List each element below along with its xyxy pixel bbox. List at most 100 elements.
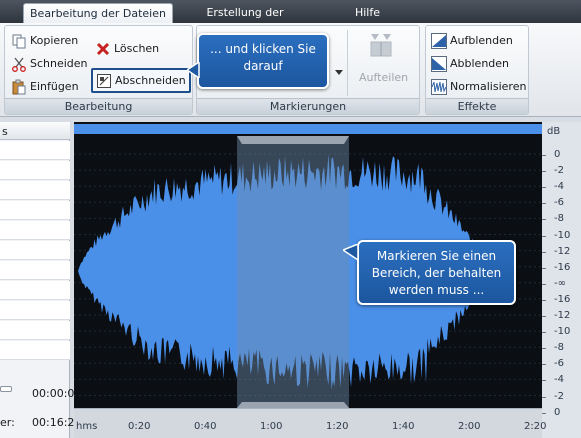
tab-bar: Bearbeitung der Dateien Erstellung der H…	[0, 0, 581, 38]
db-tick-mark	[542, 364, 546, 366]
timeline-tick-label: 1:00	[260, 421, 283, 432]
aufteilen-button[interactable]: Aufteilen	[359, 68, 408, 88]
db-tick-mark	[542, 203, 546, 205]
db-tick-text: -8	[554, 342, 564, 354]
tooltip-mark-text: Markieren Sie einen Bereich, der behalte…	[371, 249, 502, 297]
abblenden-button[interactable]: Abblenden	[431, 54, 509, 74]
db-tick-mark	[542, 155, 546, 156]
abschneiden-button[interactable]: Abschneiden	[91, 68, 191, 93]
panel-header: s	[0, 122, 70, 140]
aufblenden-label: Aufblenden	[450, 34, 513, 47]
db-tick-mark	[542, 348, 546, 350]
split-icon	[369, 32, 393, 60]
list-row	[0, 301, 70, 320]
selection-region	[237, 136, 349, 438]
timeline-tick-label: 2:20	[524, 421, 547, 432]
fade-out-icon	[431, 56, 447, 72]
db-tick-mark	[542, 299, 546, 301]
db-tick-mark	[542, 412, 546, 414]
tooltip-click-instruction: ... und klicken Sie darauf	[197, 33, 329, 89]
aufblenden-button[interactable]: Aufblenden	[431, 31, 513, 51]
db-tick-text: 0	[554, 406, 561, 418]
db-tick-text: -6	[554, 197, 564, 209]
group-bearbeitung: Kopieren Schneiden Einfügen Löschen Absc…	[4, 25, 193, 115]
db-tick-mark	[542, 251, 546, 253]
normalisieren-label: Normalisieren	[450, 80, 527, 93]
db-tick-text: -8	[554, 213, 564, 225]
db-tick-text: -4	[554, 181, 564, 193]
kopieren-button[interactable]: Kopieren	[11, 31, 78, 51]
db-tick-text: -∞	[554, 277, 566, 289]
list-row	[0, 221, 70, 240]
timeline-tick-label: 0:20	[128, 421, 151, 432]
einfuegen-label: Einfügen	[30, 80, 79, 93]
schneiden-label: Schneiden	[30, 57, 88, 70]
db-tick-text: -2	[554, 390, 564, 402]
list-row	[0, 261, 70, 280]
delete-x-icon	[95, 41, 111, 57]
db-tick-text: -4	[554, 374, 564, 386]
loeschen-button[interactable]: Löschen	[95, 39, 159, 59]
list-row	[0, 201, 70, 220]
db-tick-mark	[542, 396, 546, 398]
list-row	[0, 281, 70, 300]
timeline-tick-label: 2:00	[458, 421, 481, 432]
db-tick-mark	[542, 219, 546, 221]
db-tick-mark	[542, 316, 546, 317]
einfuegen-button[interactable]: Einfügen	[11, 77, 79, 97]
tab-bearbeitung-der-dateien[interactable]: Bearbeitung der Dateien	[23, 3, 173, 23]
aufteilen-label: Aufteilen	[359, 71, 409, 84]
db-tick-mark	[542, 332, 546, 334]
fade-in-icon	[431, 33, 447, 49]
panel-header-label: s	[2, 125, 8, 138]
db-tick-text: -16	[554, 261, 571, 273]
db-tick-mark	[542, 171, 546, 173]
kopieren-label: Kopieren	[30, 34, 79, 47]
paste-icon	[11, 79, 27, 95]
group-label-bearbeitung: Bearbeitung	[5, 98, 192, 114]
timeline-tick-label: 1:40	[392, 421, 415, 432]
normalisieren-button[interactable]: Normalisieren	[431, 77, 526, 97]
tab-erstellung-der-hoerbuecher[interactable]: Erstellung der Hörbücher	[180, 3, 310, 38]
scissors-icon	[11, 56, 27, 72]
db-tick-text: -10	[554, 326, 571, 338]
list-row	[0, 341, 70, 360]
overview-strip	[74, 124, 542, 134]
abschneiden-label: Abschneiden	[115, 73, 186, 87]
dropdown-arrow-icon[interactable]	[335, 66, 343, 79]
trim-icon	[96, 73, 112, 89]
db-tick-text: -6	[554, 358, 564, 370]
schneiden-button[interactable]: Schneiden	[11, 54, 88, 74]
separator	[347, 30, 348, 96]
db-tick-mark	[542, 283, 546, 285]
abblenden-label: Abblenden	[450, 57, 510, 70]
copy-icon	[11, 33, 27, 49]
db-tick-mark	[542, 380, 546, 382]
list-row	[0, 321, 70, 340]
timeline-tick-label: 1:20	[326, 421, 349, 432]
group-effekte: Aufblenden Abblenden Normalisieren Effek…	[425, 25, 529, 115]
slider-handle[interactable]	[0, 386, 12, 392]
db-tick-text: -16	[554, 293, 571, 305]
db-tick-text: -2	[554, 165, 564, 177]
timeline-tick-label: 0:40	[194, 421, 217, 432]
db-unit-label: dB	[547, 126, 561, 137]
track-info-panel: s 00:00:01 er: 00:16:22	[0, 122, 81, 438]
db-scale: dB 0 -2 -4 -6 -8 -10 -12 -16 -∞ -16 -12 -10 -8 -6 -4 -2…	[542, 122, 581, 438]
group-label-effekte: Effekte	[426, 98, 528, 114]
db-tick-text: -12	[554, 310, 571, 321]
db-tick-text: -10	[554, 229, 571, 241]
db-tick-mark	[542, 187, 546, 189]
tooltip-click-text: ... und klicken Sie darauf	[210, 42, 316, 73]
db-tick-text: 0	[554, 149, 561, 160]
normalize-icon	[431, 79, 447, 95]
group-label-markierungen: Markierungen	[197, 98, 419, 114]
tooltip-pointer	[343, 244, 359, 262]
list-row	[0, 241, 70, 260]
tab-hilfe[interactable]: Hilfe	[345, 3, 390, 23]
list-row	[0, 181, 70, 200]
db-tick-mark	[542, 235, 546, 237]
timeline-ruler[interactable]: hms 0:20 0:40 1:00 1:20 1:40 2:00 2:20	[74, 408, 546, 438]
loeschen-label: Löschen	[114, 42, 160, 55]
timeline-unit-label: hms	[76, 421, 98, 432]
